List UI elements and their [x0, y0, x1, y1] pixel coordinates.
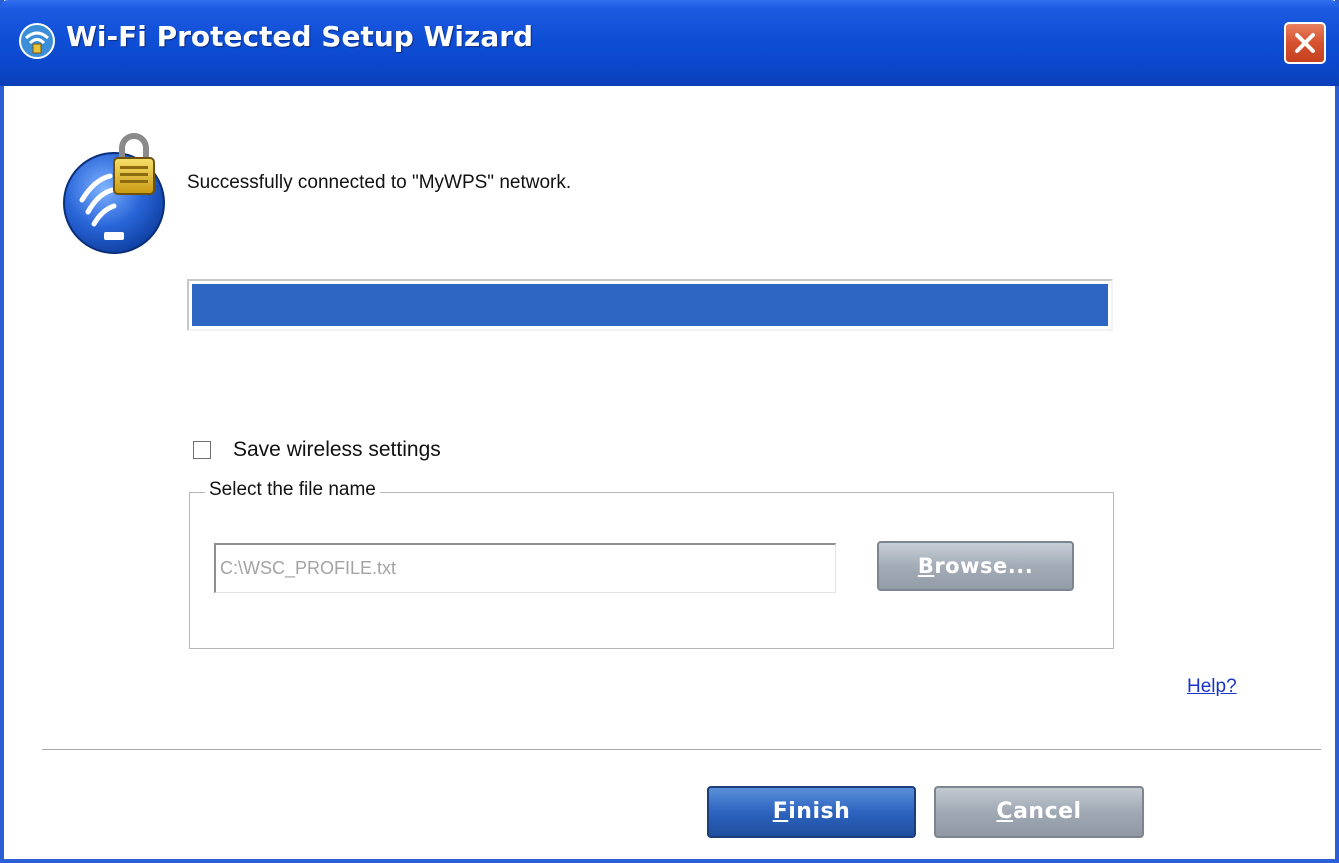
finish-button[interactable]: Finish [707, 786, 916, 838]
close-button[interactable] [1284, 22, 1326, 64]
file-name-input[interactable] [214, 543, 836, 593]
browse-button[interactable]: Browse... [877, 541, 1074, 591]
finish-hotkey: F [772, 799, 789, 824]
wps-lock-logo [63, 133, 165, 254]
wps-app-icon [19, 23, 55, 59]
cancel-hotkey: C [996, 799, 1014, 824]
connection-progress-bar [187, 279, 1113, 331]
browse-hotkey: B [917, 554, 935, 578]
help-link[interactable]: Help? [1187, 676, 1237, 698]
save-settings-label[interactable]: Save wireless settings [233, 438, 441, 462]
finish-label: inish [788, 799, 851, 824]
close-icon [1295, 33, 1315, 53]
window-title: Wi-Fi Protected Setup Wizard [66, 20, 534, 53]
progress-fill [192, 284, 1108, 326]
cancel-label: ancel [1013, 799, 1082, 824]
cancel-button[interactable]: Cancel [934, 786, 1144, 838]
footer-divider [42, 749, 1321, 751]
save-settings-checkbox[interactable] [193, 441, 211, 459]
browse-label: rowse... [934, 554, 1034, 578]
title-bar[interactable]: Wi-Fi Protected Setup Wizard [0, 0, 1339, 86]
wizard-window: Wi-Fi Protected Setup Wizard Successfull… [0, 0, 1339, 863]
file-group-legend: Select the file name [205, 479, 380, 501]
status-message: Successfully connected to "MyWPS" networ… [187, 172, 572, 193]
